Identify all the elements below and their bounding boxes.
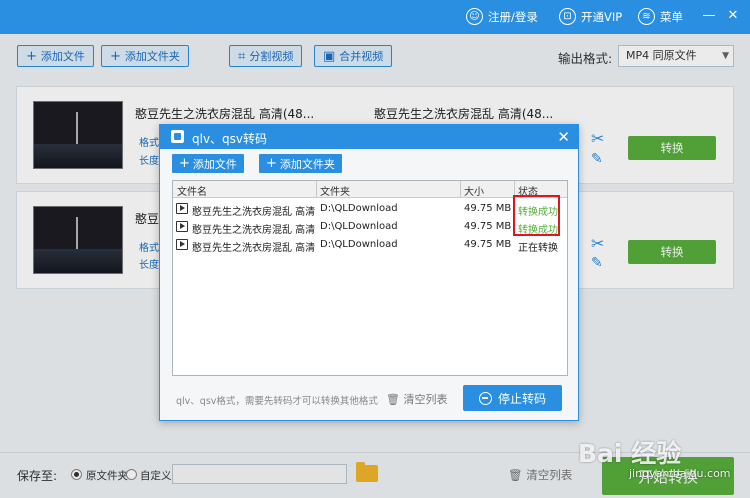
- format-note: qlv、qsv格式，需要先转码才可以转换其他格式: [176, 396, 378, 407]
- row-size: 49.75 MB: [464, 239, 512, 250]
- row-folder: D:\QLDownload: [320, 221, 398, 232]
- register-login-label: 注册/登录: [488, 9, 538, 24]
- trash-icon: 🗑: [386, 393, 400, 406]
- dialog-add-file-label: 添加文件: [192, 157, 237, 171]
- table-header: 文件名 文件夹 大小 状态: [173, 181, 567, 198]
- column-header-name: 文件名: [177, 187, 207, 198]
- column-header-folder: 文件夹: [320, 187, 350, 198]
- file-table: 文件名 文件夹 大小 状态 憨豆先生之洗衣房混乱 高清(48 D:\QLDown…: [172, 180, 568, 376]
- row-folder: D:\QLDownload: [320, 239, 398, 250]
- video-file-icon: [176, 203, 188, 214]
- app-icon: [171, 130, 184, 143]
- column-header-size: 大小: [464, 187, 484, 198]
- close-window-button[interactable]: ✕: [725, 8, 741, 24]
- plus-icon: +: [266, 156, 277, 171]
- table-row[interactable]: 憨豆先生之洗衣房混乱 高清(48 D:\QLDownload 49.75 MB …: [173, 236, 567, 254]
- watermark-logo: Bai 经验: [578, 439, 682, 468]
- row-file-name: 憨豆先生之洗衣房混乱 高清(48: [192, 225, 316, 236]
- open-vip-label: 开通VIP: [581, 9, 623, 24]
- video-file-icon: [176, 239, 188, 250]
- user-icon: ☺: [466, 8, 483, 25]
- minimize-button[interactable]: —: [701, 8, 717, 24]
- cart-icon: ⊡: [559, 8, 576, 25]
- row-size: 49.75 MB: [464, 221, 512, 232]
- open-vip-button[interactable]: ⊡ 开通VIP: [559, 8, 622, 25]
- transcode-dialog: qlv、qsv转码 ✕ + 添加文件 + 添加文件夹 文件名 文件夹 大小 状态…: [159, 124, 579, 421]
- row-folder: D:\QLDownload: [320, 203, 398, 214]
- title-bar: ☺ 注册/登录 ⊡ 开通VIP ≋ 菜单 — ✕: [0, 0, 750, 34]
- dialog-add-file-button[interactable]: + 添加文件: [172, 154, 244, 173]
- stop-transcode-button[interactable]: 停止转码: [463, 385, 562, 411]
- register-login-button[interactable]: ☺ 注册/登录: [466, 8, 538, 25]
- video-file-icon: [176, 221, 188, 232]
- highlight-box: [513, 195, 560, 236]
- dialog-clear-list-label: 清空列表: [403, 393, 448, 406]
- dialog-title: qlv、qsv转码: [192, 132, 268, 146]
- stop-transcode-label: 停止转码: [497, 391, 546, 406]
- dialog-add-folder-button[interactable]: + 添加文件夹: [259, 154, 342, 173]
- layers-icon: ≋: [638, 8, 655, 25]
- plus-icon: +: [179, 156, 190, 171]
- table-row[interactable]: 憨豆先生之洗衣房混乱 高清(48 D:\QLDownload 49.75 MB …: [173, 218, 567, 236]
- row-size: 49.75 MB: [464, 203, 512, 214]
- dialog-add-folder-label: 添加文件夹: [279, 157, 335, 171]
- row-file-name: 憨豆先生之洗衣房混乱 高清(48: [192, 243, 316, 254]
- row-status: 正在转换: [518, 243, 558, 254]
- minus-circle-icon: [478, 391, 492, 405]
- dialog-title-bar: qlv、qsv转码 ✕: [160, 125, 578, 149]
- row-file-name: 憨豆先生之洗衣房混乱 高清(48: [192, 207, 316, 218]
- watermark-url: jingyan.baidu.com: [629, 467, 731, 480]
- menu-button[interactable]: ≋ 菜单: [638, 8, 683, 25]
- menu-label: 菜单: [660, 9, 683, 24]
- close-icon[interactable]: ✕: [557, 128, 570, 146]
- dialog-clear-list-button[interactable]: 🗑 清空列表: [386, 391, 447, 407]
- table-row[interactable]: 憨豆先生之洗衣房混乱 高清(48 D:\QLDownload 49.75 MB …: [173, 200, 567, 218]
